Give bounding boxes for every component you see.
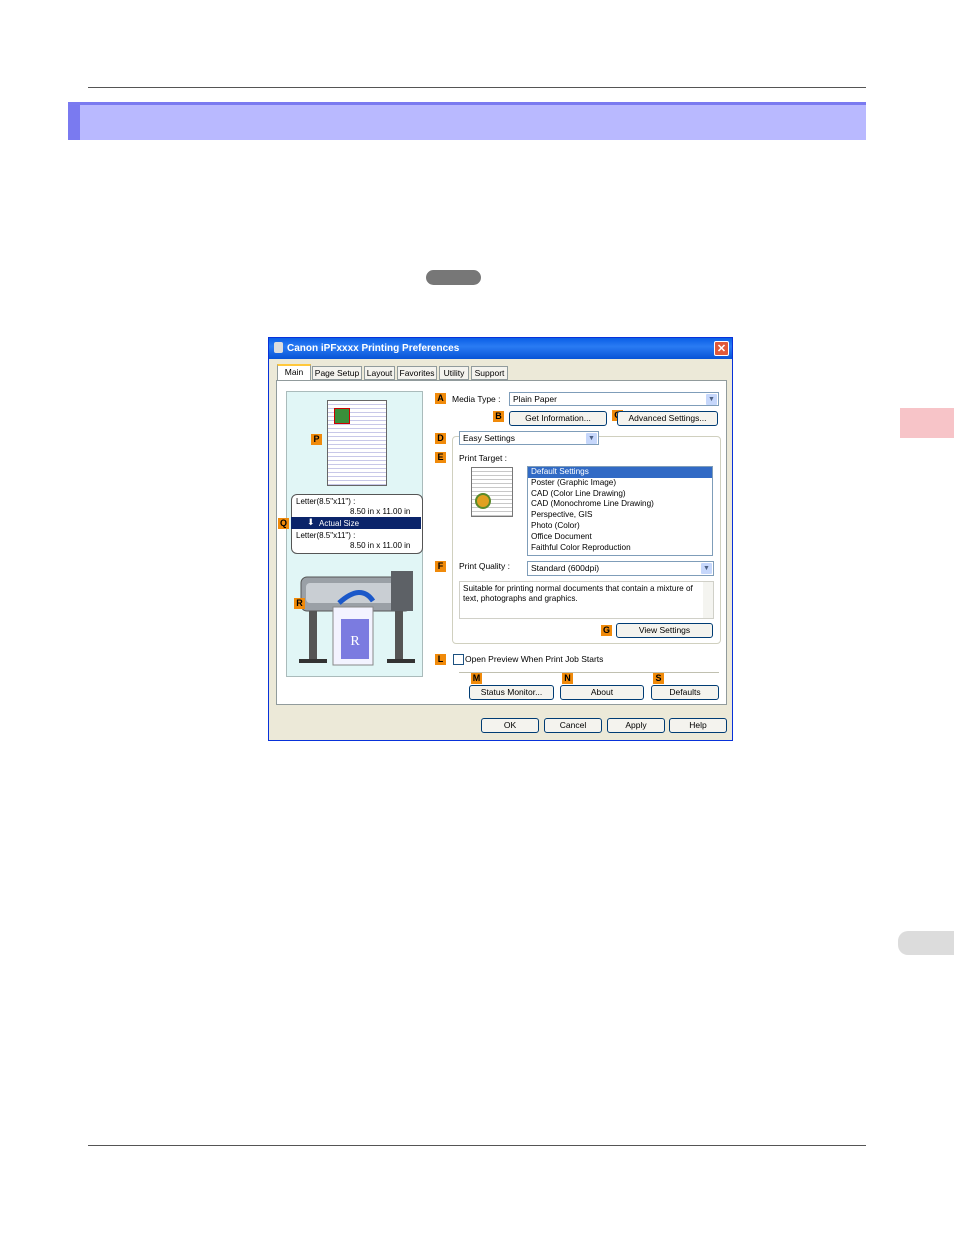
open-preview-checkbox[interactable] (453, 654, 464, 665)
print-quality-select[interactable]: Standard (600dpi) ▼ (527, 561, 714, 576)
media-type-label: Media Type : (452, 394, 501, 404)
print-target-label: Print Target : (459, 453, 508, 463)
bottom-rule (88, 1145, 866, 1146)
chevron-down-icon: ▼ (701, 563, 712, 574)
list-item[interactable]: CAD (Color Line Drawing) (528, 489, 712, 500)
list-item[interactable]: Poster (Graphic Image) (528, 478, 712, 489)
list-item[interactable]: CAD (Monochrome Line Drawing) (528, 499, 712, 510)
callout-e: E (435, 452, 446, 463)
callout-l: L (435, 654, 446, 665)
callout-d: D (435, 433, 446, 444)
down-arrow-icon: ⬇ (307, 517, 315, 527)
top-rule (88, 87, 866, 88)
key-badge (426, 270, 481, 285)
print-quality-label: Print Quality : (459, 561, 511, 571)
media-type-value: Plain Paper (513, 394, 557, 404)
help-button[interactable]: Help (669, 718, 727, 733)
view-settings-button[interactable]: View Settings (616, 623, 713, 638)
ok-button[interactable]: OK (481, 718, 539, 733)
original-paper: Letter(8.5"x11") : (296, 497, 356, 506)
tab-utility[interactable]: Utility (439, 366, 469, 380)
callout-f: F (435, 561, 446, 572)
cancel-button[interactable]: Cancel (544, 718, 602, 733)
dialog-title: Canon iPFxxxx Printing Preferences (287, 343, 460, 354)
list-item-selected[interactable]: Default Settings (528, 467, 712, 478)
callout-g: G (601, 625, 612, 636)
advanced-settings-button[interactable]: Advanced Settings... (617, 411, 718, 426)
preview-pane: P Letter(8.5"x11") : 8.50 in x 11.00 in … (278, 391, 423, 677)
mode-value: Easy Settings (463, 433, 515, 443)
main-tab-panel: P Letter(8.5"x11") : 8.50 in x 11.00 in … (276, 380, 727, 705)
list-item[interactable]: Photo (Color) (528, 521, 712, 532)
dialog-titlebar: Canon iPFxxxx Printing Preferences ✕ (269, 338, 732, 359)
scrollbar[interactable] (703, 582, 713, 618)
actual-size-label: Actual Size (319, 519, 360, 528)
status-monitor-button[interactable]: Status Monitor... (469, 685, 554, 700)
open-preview-label: Open Preview When Print Job Starts (465, 654, 604, 664)
callout-p: P (311, 434, 322, 445)
output-size: 8.50 in x 11.00 in (350, 541, 411, 550)
callout-b: B (493, 411, 504, 422)
apply-button[interactable]: Apply (607, 718, 665, 733)
callout-n: N (562, 673, 573, 684)
tab-layout[interactable]: Layout (364, 366, 395, 380)
description-box: Suitable for printing normal documents t… (459, 581, 714, 619)
print-target-thumbnail (471, 467, 513, 517)
tab-favorites[interactable]: Favorites (397, 366, 437, 380)
print-quality-value: Standard (600dpi) (531, 563, 600, 573)
target-image-icon (475, 493, 491, 509)
printing-preferences-dialog: Canon iPFxxxx Printing Preferences ✕ Mai… (268, 337, 733, 741)
printer-icon (274, 342, 283, 353)
chevron-down-icon: ▼ (706, 394, 717, 405)
chapter-tab[interactable] (900, 408, 954, 438)
tab-page-setup[interactable]: Page Setup (312, 366, 362, 380)
tab-main[interactable]: Main (277, 364, 311, 381)
callout-q: Q (278, 518, 289, 529)
divider (459, 672, 719, 673)
chevron-down-icon: ▼ (586, 433, 597, 444)
description-text: Suitable for printing normal documents t… (463, 584, 693, 603)
list-item[interactable]: Faithful Color Reproduction (528, 543, 712, 554)
output-paper: Letter(8.5"x11") : (296, 531, 356, 540)
printer-illustration: R (299, 571, 415, 666)
list-item[interactable]: Office Document (528, 532, 712, 543)
mode-select[interactable]: Easy Settings ▼ (459, 431, 599, 445)
callout-m: M (471, 673, 482, 684)
index-tab[interactable] (898, 931, 954, 955)
callout-r: R (294, 598, 305, 609)
image-thumbnail-icon (334, 408, 350, 424)
original-size: 8.50 in x 11.00 in (350, 507, 411, 516)
svg-text:R: R (350, 634, 360, 649)
media-type-select[interactable]: Plain Paper ▼ (509, 392, 719, 406)
callout-s: S (653, 673, 664, 684)
tab-support[interactable]: Support (471, 366, 508, 380)
get-information-button[interactable]: Get Information... (509, 411, 607, 426)
close-button[interactable]: ✕ (714, 341, 729, 356)
list-item[interactable]: Perspective, GIS (528, 510, 712, 521)
about-button[interactable]: About (560, 685, 644, 700)
defaults-button[interactable]: Defaults (651, 685, 719, 700)
section-heading-banner (68, 102, 866, 140)
callout-a: A (435, 393, 446, 404)
print-target-list[interactable]: Default Settings Poster (Graphic Image) … (527, 466, 713, 556)
